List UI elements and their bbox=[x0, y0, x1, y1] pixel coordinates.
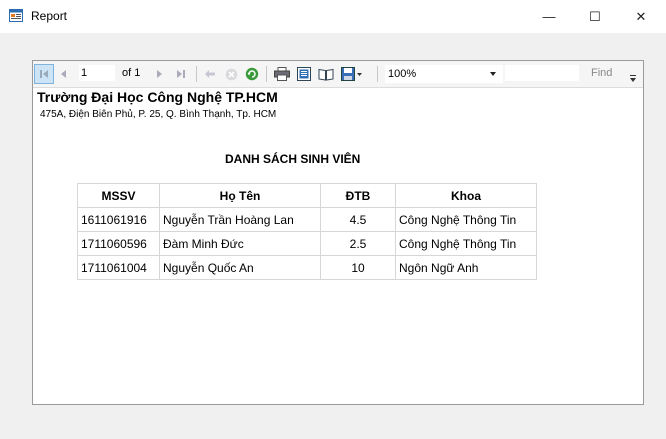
table-row: 1611061916 Nguyễn Trần Hoàng Lan 4.5 Côn… bbox=[77, 207, 537, 232]
print-button[interactable] bbox=[273, 66, 291, 82]
cell-faculty: Ngôn Ngữ Anh bbox=[395, 255, 537, 280]
export-icon bbox=[341, 67, 362, 81]
next-page-icon bbox=[157, 70, 162, 78]
column-header-gpa: ĐTB bbox=[320, 183, 396, 208]
cell-mssv: 1711061004 bbox=[77, 255, 160, 280]
page-setup-icon bbox=[318, 68, 334, 81]
close-button[interactable]: ✕ bbox=[618, 0, 664, 33]
next-page-button[interactable] bbox=[154, 66, 166, 82]
title-bar: Report — ☐ ✕ bbox=[0, 0, 666, 33]
refresh-button[interactable] bbox=[244, 66, 260, 82]
column-header-name: Họ Tên bbox=[159, 183, 321, 208]
cell-name: Nguyễn Trần Hoàng Lan bbox=[159, 207, 321, 232]
toolbar-overflow-button[interactable] bbox=[629, 70, 637, 86]
toolbar-separator bbox=[196, 66, 197, 82]
prev-page-icon bbox=[61, 70, 66, 78]
last-page-button[interactable] bbox=[174, 66, 188, 82]
last-page-icon bbox=[177, 70, 185, 78]
cell-mssv: 1711060596 bbox=[77, 231, 160, 256]
print-layout-icon bbox=[297, 67, 311, 81]
cell-name: Nguyễn Quốc An bbox=[159, 255, 321, 280]
table-row: 1711060596 Đàm Minh Đức 2.5 Công Nghệ Th… bbox=[77, 231, 537, 256]
zoom-value: 100% bbox=[388, 68, 417, 80]
maximize-button[interactable]: ☐ bbox=[572, 0, 618, 33]
report-page: Trường Đại Học Công Nghệ TP.HCM 475A, Đi… bbox=[33, 88, 643, 404]
prev-page-button[interactable] bbox=[57, 66, 69, 82]
window-title: Report bbox=[31, 9, 68, 23]
page-number-input[interactable]: 1 bbox=[79, 65, 115, 81]
refresh-icon bbox=[245, 67, 259, 81]
organization-name: Trường Đại Học Công Nghệ TP.HCM bbox=[37, 89, 278, 105]
cell-gpa: 10 bbox=[320, 255, 396, 280]
page-setup-button[interactable] bbox=[317, 66, 335, 82]
find-button[interactable]: Find bbox=[589, 65, 614, 81]
cell-gpa: 2.5 bbox=[320, 231, 396, 256]
column-header-faculty: Khoa bbox=[395, 183, 537, 208]
toolbar-separator bbox=[377, 66, 378, 82]
report-window-icon bbox=[9, 9, 23, 22]
cell-name: Đàm Minh Đức bbox=[159, 231, 321, 256]
cell-mssv: 1611061916 bbox=[77, 207, 160, 232]
report-toolbar: 1 of 1 100% Find bbox=[33, 61, 643, 88]
minimize-button[interactable]: — bbox=[526, 0, 572, 33]
table-row: 1711061004 Nguyễn Quốc An 10 Ngôn Ngữ An… bbox=[77, 255, 537, 280]
cell-faculty: Công Nghệ Thông Tin bbox=[395, 207, 537, 232]
cell-gpa: 4.5 bbox=[320, 207, 396, 232]
report-heading-text: DANH SÁCH SINH VIÊN bbox=[225, 152, 361, 166]
column-header-mssv: MSSV bbox=[77, 183, 160, 208]
toolbar-separator bbox=[266, 66, 267, 82]
print-icon bbox=[274, 67, 290, 81]
organization-address: 475A, Điện Biên Phủ, P. 25, Q. Bình Thạn… bbox=[40, 109, 277, 120]
first-page-button[interactable] bbox=[34, 64, 54, 84]
print-layout-button[interactable] bbox=[295, 66, 313, 82]
page-count-label: of 1 bbox=[122, 67, 141, 79]
student-table: MSSV Họ Tên ĐTB Khoa 1611061916 Nguyễn T… bbox=[77, 183, 537, 280]
zoom-select[interactable]: 100% bbox=[385, 65, 503, 83]
back-icon bbox=[205, 70, 215, 78]
overflow-chevron-icon bbox=[630, 74, 636, 82]
table-header-row: MSSV Họ Tên ĐTB Khoa bbox=[77, 183, 537, 208]
back-button[interactable] bbox=[203, 66, 217, 82]
report-viewer: 1 of 1 100% Find Trường Đại Học Công Ngh… bbox=[32, 60, 644, 405]
first-page-icon bbox=[40, 70, 48, 78]
find-input[interactable] bbox=[505, 65, 579, 81]
cell-faculty: Công Nghệ Thông Tin bbox=[395, 231, 537, 256]
stop-icon bbox=[225, 68, 237, 80]
chevron-down-icon bbox=[490, 72, 496, 76]
export-button[interactable] bbox=[340, 66, 364, 82]
stop-button[interactable] bbox=[223, 66, 239, 82]
